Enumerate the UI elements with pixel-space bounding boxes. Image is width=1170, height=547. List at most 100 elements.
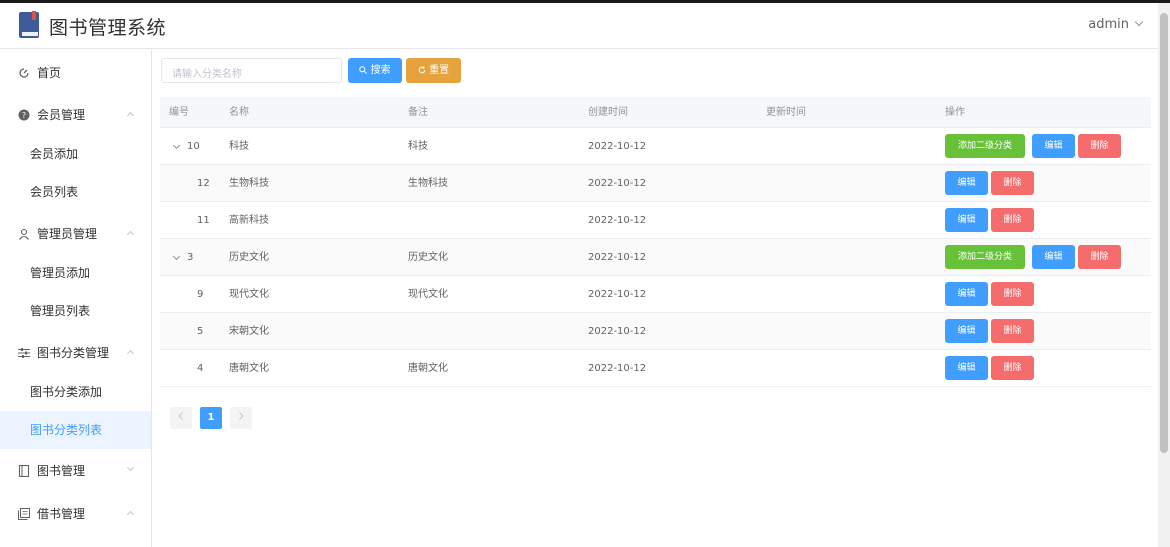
- sidebar-subitem-label: 图书分类添加: [30, 385, 103, 399]
- add-subcategory-button[interactable]: 添加二级分类: [945, 134, 1025, 158]
- reset-button[interactable]: 重置: [406, 58, 461, 83]
- chevron-up-icon: [126, 510, 135, 519]
- table-row: 11 高新科技 2022-10-12 编辑 删除: [160, 202, 1151, 239]
- sidebar-subitem-label: 图书分类列表: [30, 423, 103, 437]
- cell-id: 4: [197, 363, 204, 374]
- delete-button[interactable]: 删除: [1078, 245, 1121, 269]
- sidebar-item-label: 会员管理: [37, 108, 86, 122]
- sidebar-item-members[interactable]: ? 会员管理: [0, 96, 151, 134]
- column-header-name: 名称: [229, 107, 249, 118]
- reset-button-label: 重置: [429, 65, 450, 76]
- app-title: 图书管理系统: [49, 17, 167, 39]
- sidebar-item-books[interactable]: 图书管理: [0, 452, 151, 490]
- scrollbar[interactable]: [1158, 3, 1170, 547]
- next-page-button[interactable]: [230, 407, 252, 429]
- sidebar-subitem-label: 会员添加: [30, 147, 79, 161]
- cell-note: 科技: [408, 141, 428, 152]
- sidebar-item-label: 管理员管理: [37, 227, 98, 241]
- sidebar-subitem-category-list[interactable]: 图书分类列表: [0, 411, 151, 449]
- column-header-created: 创建时间: [588, 107, 628, 118]
- sidebar-subitem-label: 管理员列表: [30, 304, 91, 318]
- cell-created: 2022-10-12: [588, 178, 647, 189]
- delete-button[interactable]: 删除: [1078, 134, 1121, 158]
- cell-note: 生物科技: [408, 178, 448, 189]
- table-row: 9 现代文化 现代文化 2022-10-12 编辑 删除: [160, 276, 1151, 313]
- edit-button[interactable]: 编辑: [945, 319, 988, 343]
- cell-note: 历史文化: [408, 252, 448, 263]
- chevron-down-icon: [126, 463, 135, 472]
- chevron-left-icon: [178, 412, 183, 420]
- chevron-down-icon[interactable]: [1134, 17, 1144, 27]
- sidebar: 首页 ? 会员管理 会员添加 会员列表 管理员管理 管理员添加 管理员列表 图书…: [0, 50, 152, 547]
- cell-created: 2022-10-12: [588, 215, 647, 226]
- edit-button[interactable]: 编辑: [1032, 134, 1075, 158]
- table-row: 5 宋朝文化 2022-10-12 编辑 删除: [160, 313, 1151, 350]
- sidebar-item-label: 首页: [37, 66, 62, 80]
- chevron-right-icon: [239, 412, 244, 420]
- refresh-icon: [418, 66, 426, 74]
- prev-page-button[interactable]: [170, 407, 192, 429]
- scrollbar-thumb[interactable]: [1160, 13, 1168, 453]
- search-button[interactable]: 搜索: [348, 58, 402, 83]
- edit-button[interactable]: 编辑: [945, 171, 988, 195]
- sidebar-subitem-member-add[interactable]: 会员添加: [0, 135, 151, 173]
- category-search-input[interactable]: 请输入分类名称: [161, 58, 342, 83]
- sidebar-subitem-label: 会员列表: [30, 185, 79, 199]
- sidebar-subitem-category-add[interactable]: 图书分类添加: [0, 373, 151, 411]
- main-content: 请输入分类名称 搜索 重置 编号 名称 备注 创建时间 更新时间 操作 10 科技…: [152, 50, 1158, 547]
- app-header: 图书管理系统 admin: [0, 3, 1158, 49]
- sidebar-item-borrow[interactable]: 借书管理: [0, 495, 151, 533]
- delete-button[interactable]: 删除: [991, 319, 1034, 343]
- cell-id: 12: [197, 178, 210, 189]
- book-logo-icon: [19, 11, 39, 38]
- sidebar-subitem-admin-list[interactable]: 管理员列表: [0, 292, 151, 330]
- sidebar-item-label: 借书管理: [37, 507, 86, 521]
- svg-text:?: ?: [22, 111, 26, 120]
- copy-icon: [18, 508, 30, 520]
- cell-id: 5: [197, 326, 204, 337]
- column-header-id: 编号: [169, 107, 189, 118]
- dashboard-icon: [19, 68, 29, 78]
- edit-button[interactable]: 编辑: [945, 282, 988, 306]
- sidebar-subitem-member-list[interactable]: 会员列表: [0, 173, 151, 211]
- sidebar-item-home[interactable]: 首页: [0, 54, 151, 92]
- delete-button[interactable]: 删除: [991, 282, 1034, 306]
- table-header: 编号 名称 备注 创建时间 更新时间 操作: [160, 97, 1151, 128]
- delete-button[interactable]: 删除: [991, 356, 1034, 380]
- question-circle-icon: ?: [18, 109, 30, 121]
- table-row: 12 生物科技 生物科技 2022-10-12 编辑 删除: [160, 165, 1151, 202]
- chevron-up-icon: [126, 349, 135, 358]
- delete-button[interactable]: 删除: [991, 208, 1034, 232]
- add-subcategory-button[interactable]: 添加二级分类: [945, 245, 1025, 269]
- delete-button[interactable]: 删除: [991, 171, 1034, 195]
- cell-name: 高新科技: [229, 215, 269, 226]
- sidebar-item-label: 图书管理: [37, 464, 86, 478]
- sidebar-item-admins[interactable]: 管理员管理: [0, 215, 151, 253]
- page-button-current[interactable]: 1: [200, 407, 222, 429]
- sidebar-subitem-admin-add[interactable]: 管理员添加: [0, 254, 151, 292]
- cell-note: 唐朝文化: [408, 363, 448, 374]
- cell-name: 宋朝文化: [229, 326, 269, 337]
- cell-created: 2022-10-12: [588, 141, 647, 152]
- search-button-label: 搜索: [370, 65, 391, 76]
- cell-created: 2022-10-12: [588, 363, 647, 374]
- cell-name: 历史文化: [229, 252, 269, 263]
- column-header-actions: 操作: [945, 107, 965, 118]
- user-menu[interactable]: admin: [1088, 17, 1144, 32]
- book-icon: [18, 465, 30, 477]
- expand-chevron-icon[interactable]: [172, 141, 181, 150]
- chevron-up-icon: [126, 111, 135, 120]
- sidebar-item-categories[interactable]: 图书分类管理: [0, 334, 151, 372]
- edit-button[interactable]: 编辑: [1032, 245, 1075, 269]
- edit-button[interactable]: 编辑: [945, 356, 988, 380]
- user-icon: [19, 228, 29, 240]
- expand-chevron-icon[interactable]: [172, 252, 181, 261]
- edit-button[interactable]: 编辑: [945, 208, 988, 232]
- cell-id: 11: [197, 215, 210, 226]
- cell-name: 科技: [229, 141, 249, 152]
- cell-id: 3: [187, 252, 194, 263]
- username[interactable]: admin: [1088, 17, 1129, 32]
- cell-note: 现代文化: [408, 289, 448, 300]
- chevron-up-icon: [126, 230, 135, 239]
- sidebar-item-label: 图书分类管理: [37, 346, 110, 360]
